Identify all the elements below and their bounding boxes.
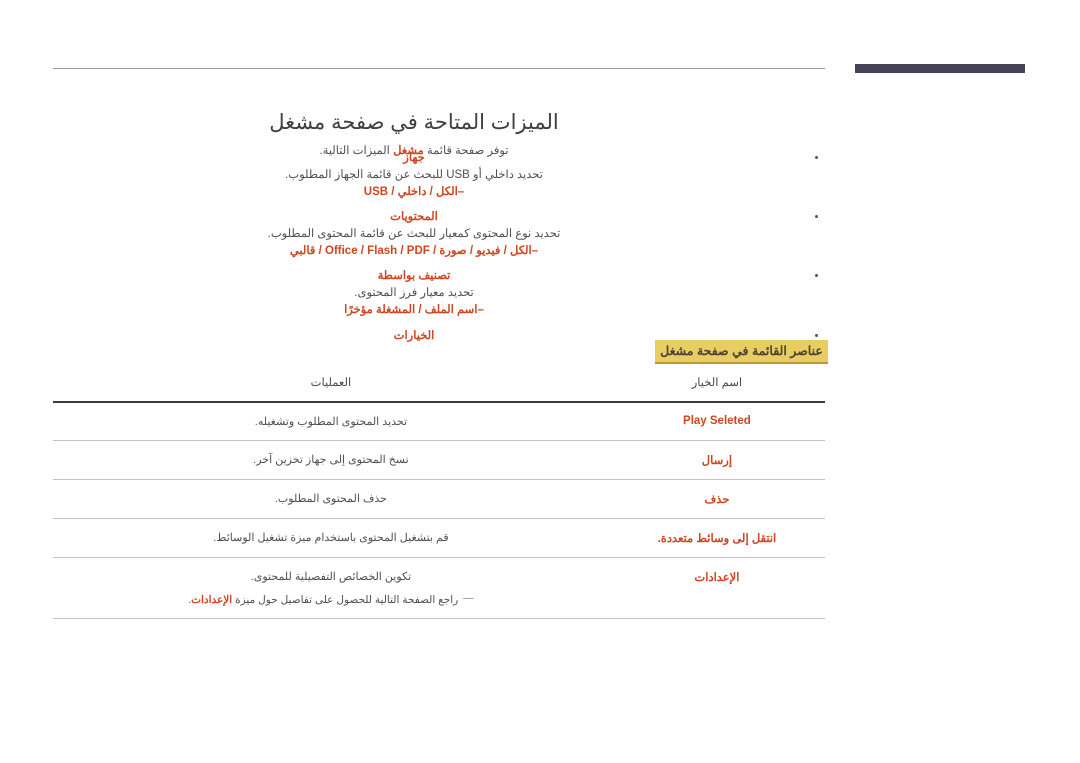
table-head: اسم الخيار العمليات (53, 375, 825, 402)
bullet-heading: المحتويات (0, 209, 828, 226)
cell-option-name: إرسال (608, 440, 825, 480)
menu-options-table: اسم الخيار العمليات Play Seleted تحديد ا… (53, 375, 825, 619)
page-title: الميزات المتاحة في صفحة مشغل (269, 111, 559, 135)
bullet-heading-label: جهاز (403, 152, 425, 164)
section-heading-bar: عناصر القائمة في صفحة مشغل (655, 340, 828, 364)
note-text-before: راجع الصفحة التالية للحصول على تفاصيل حو… (232, 594, 462, 606)
bullet-heading-label: الخيارات (393, 329, 435, 342)
cell-option-name: حذف (608, 479, 825, 519)
table-row: حذف حذف المحتوى المطلوب. (53, 479, 825, 519)
bullet-heading: جهاز (0, 150, 828, 167)
bullet-group-sort-by: تصنيف بواسطة تحديد معيار فرز المحتوى. –ا… (0, 268, 828, 319)
cell-operations: حذف المحتوى المطلوب. (53, 479, 609, 519)
cell-operations: تكوين الخصائص التفصيلية للمحتوى. — راجع … (53, 557, 609, 619)
cell-operations: تحديد المحتوى المطلوب وتشغيله. (53, 402, 609, 441)
operation-note: — راجع الصفحة التالية للحصول على تفاصيل … (53, 592, 609, 606)
operation-text: تكوين الخصائص التفصيلية للمحتوى. (250, 571, 412, 583)
table-row: الإعدادات تكوين الخصائص التفصيلية للمحتو… (53, 557, 825, 619)
operation-text: تحديد المحتوى المطلوب وتشغيله. (254, 416, 408, 428)
bullet-description: تحديد داخلي أو USB للبحث عن قائمة الجهاز… (285, 168, 543, 181)
document-page: الميزات المتاحة في صفحة مشغل توفر صفحة ق… (0, 0, 1080, 763)
bullet-options: –الكل / داخلي / USB (363, 185, 465, 198)
cell-option-name: انتقل إلى وسائط متعددة. (608, 518, 825, 558)
operation-text: قم بتشغيل المحتوى باستخدام ميزة تشغيل ال… (213, 532, 449, 544)
bullet-heading-label: المحتويات (390, 211, 438, 224)
bullet-options: –اسم الملف / المشغلة مؤخرًا (344, 304, 484, 317)
bullet-dot-icon (815, 215, 818, 219)
note-accent-term: الإعدادات (191, 594, 233, 606)
column-header-option-name: اسم الخيار (691, 377, 743, 389)
note-dash-icon: — (463, 592, 474, 604)
header-rule (53, 68, 825, 69)
bullet-heading: تصنيف بواسطة (0, 268, 828, 285)
bullet-description: تحديد نوع المحتوى كمعيار للبحث عن قائمة … (267, 227, 561, 240)
bullet-dot-icon (815, 274, 818, 278)
feature-bullet-list: جهاز تحديد داخلي أو USB للبحث عن قائمة ا… (0, 150, 828, 352)
operation-text: نسخ المحتوى إلى جهاز تخزين آخر. (253, 454, 409, 466)
table-row: Play Seleted تحديد المحتوى المطلوب وتشغي… (53, 402, 825, 441)
bullet-options: –الكل / فيديو / صورة / Office / Flash / … (289, 245, 539, 258)
operation-text: حذف المحتوى المطلوب. (274, 493, 387, 505)
column-header-operations: العمليات (310, 377, 352, 389)
cell-option-name: Play Seleted (608, 402, 825, 441)
table-row: إرسال نسخ المحتوى إلى جهاز تخزين آخر. (53, 440, 825, 480)
bullet-dot-icon (815, 333, 818, 337)
bullet-group-contents: المحتويات تحديد نوع المحتوى كمعيار للبحث… (0, 209, 828, 260)
table-header-row: اسم الخيار العمليات (53, 375, 825, 402)
bullet-description: تحديد معيار فرز المحتوى. (354, 287, 474, 300)
bullet-group-device: جهاز تحديد داخلي أو USB للبحث عن قائمة ا… (0, 150, 828, 201)
header-accent-bar (855, 64, 1025, 73)
bullet-heading-label: تصنيف بواسطة (377, 270, 451, 283)
bullet-dot-icon (815, 156, 818, 159)
table-row: انتقل إلى وسائط متعددة. قم بتشغيل المحتو… (53, 518, 825, 558)
cell-operations: نسخ المحتوى إلى جهاز تخزين آخر. (53, 440, 609, 480)
cell-option-name: الإعدادات (608, 557, 825, 619)
cell-operations: قم بتشغيل المحتوى باستخدام ميزة تشغيل ال… (53, 518, 609, 558)
section-heading-label: عناصر القائمة في صفحة مشغل (660, 343, 823, 358)
table-body: Play Seleted تحديد المحتوى المطلوب وتشغي… (53, 402, 825, 619)
